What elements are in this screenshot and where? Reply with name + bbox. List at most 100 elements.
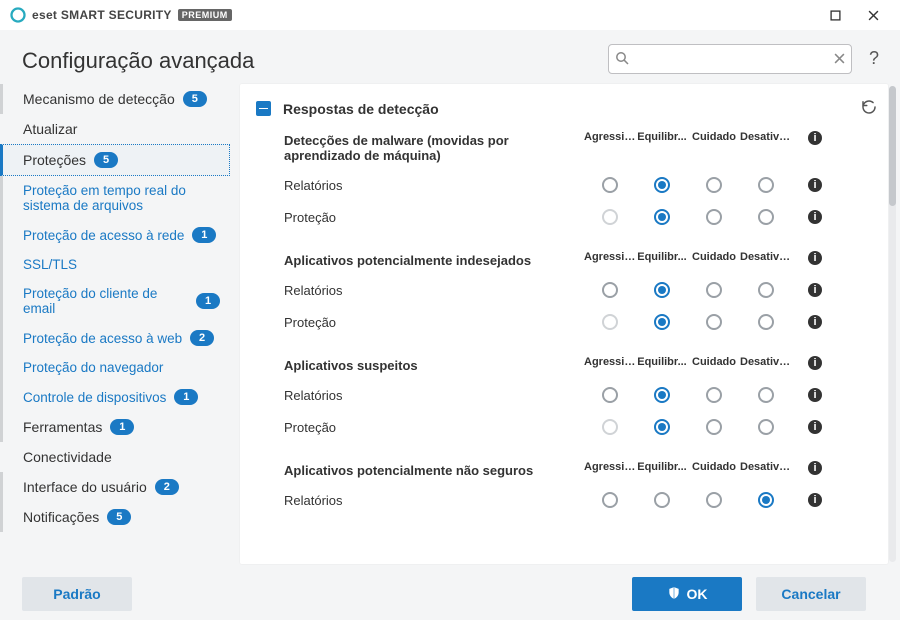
info-icon[interactable]: i [808, 493, 822, 507]
column-header: Equilibr... [636, 356, 688, 368]
column-header: Cuidado [688, 131, 740, 143]
radio-option[interactable] [602, 387, 618, 403]
settings-group: Aplicativos potencialmente indesejadosAg… [284, 251, 878, 338]
collapse-toggle[interactable] [256, 101, 271, 116]
sidebar-item-mecanismo[interactable]: Mecanismo de detecção5 [0, 84, 230, 114]
sidebar-item-conectividade[interactable]: Conectividade [0, 442, 230, 472]
sidebar-item-badge: 2 [190, 330, 214, 346]
option-label: Relatórios [284, 388, 584, 403]
radio-option[interactable] [758, 419, 774, 435]
radio-option[interactable] [654, 387, 670, 403]
settings-group: Aplicativos potencialmente não segurosAg… [284, 461, 878, 516]
radio-option[interactable] [706, 387, 722, 403]
sidebar-item-label: Notificações [23, 509, 99, 525]
sidebar-item-atualizar[interactable]: Atualizar [0, 114, 230, 144]
info-icon[interactable]: i [808, 210, 822, 224]
cancel-button[interactable]: Cancelar [756, 577, 866, 611]
radio-option[interactable] [706, 209, 722, 225]
sidebar-item-navegador[interactable]: Proteção do navegador [0, 353, 230, 382]
radio-option[interactable] [654, 314, 670, 330]
sidebar-item-label: Proteção do cliente de email [23, 286, 188, 316]
radio-option[interactable] [758, 314, 774, 330]
info-icon[interactable]: i [808, 131, 822, 145]
radio-option[interactable] [706, 314, 722, 330]
ok-button[interactable]: OK [632, 577, 742, 611]
column-header: Agressivo [584, 356, 636, 368]
sidebar-item-dispositivos[interactable]: Controle de dispositivos1 [0, 382, 230, 412]
radio-option[interactable] [706, 282, 722, 298]
info-icon[interactable]: i [808, 178, 822, 192]
sidebar-item-label: Mecanismo de detecção [23, 91, 175, 107]
help-button[interactable]: ? [862, 44, 886, 72]
radio-option[interactable] [602, 177, 618, 193]
search-input[interactable] [635, 51, 828, 68]
info-icon[interactable]: i [808, 388, 822, 402]
sidebar-item-web[interactable]: Proteção de acesso à web 2 [0, 323, 230, 353]
radio-option[interactable] [654, 492, 670, 508]
radio-option[interactable] [654, 177, 670, 193]
brand: eset SMART SECURITY PREMIUM [10, 7, 232, 23]
option-label: Proteção [284, 210, 584, 225]
page-scrollbar-thumb[interactable] [889, 86, 896, 206]
brand-edition-badge: PREMIUM [178, 9, 232, 21]
defaults-button[interactable]: Padrão [22, 577, 132, 611]
info-icon[interactable]: i [808, 283, 822, 297]
search-box[interactable] [608, 44, 852, 74]
group-title: Aplicativos suspeitos [284, 356, 584, 373]
radio-option [602, 314, 618, 330]
footer: Padrão OK Cancelar [0, 564, 888, 620]
radio-option[interactable] [602, 492, 618, 508]
radio-option[interactable] [758, 387, 774, 403]
sidebar-item-interface[interactable]: Interface do usuário2 [0, 472, 230, 502]
info-icon[interactable]: i [808, 461, 822, 475]
radio-option[interactable] [758, 492, 774, 508]
sidebar-item-label: SSL/TLS [23, 257, 77, 272]
radio-option[interactable] [706, 177, 722, 193]
sidebar-item-badge: 1 [174, 389, 198, 405]
radio-option[interactable] [706, 419, 722, 435]
info-icon[interactable]: i [808, 315, 822, 329]
sidebar-item-label: Proteção do navegador [23, 360, 163, 375]
sidebar-item-badge: 1 [192, 227, 216, 243]
sidebar-item-rede[interactable]: Proteção de acesso à rede1 [0, 220, 230, 250]
option-row: Relatóriosi [284, 169, 878, 201]
option-label: Relatórios [284, 283, 584, 298]
clear-search-icon[interactable] [834, 52, 845, 67]
sidebar-item-ssl[interactable]: SSL/TLS [0, 250, 230, 279]
sidebar-item-protecoes[interactable]: Proteções5 [0, 144, 230, 176]
column-header: Agressivo [584, 461, 636, 473]
sidebar-item-label: Ferramentas [23, 419, 102, 435]
sidebar-item-label: Proteção de acesso à web [23, 331, 182, 346]
option-row: Relatórios i [284, 274, 878, 306]
radio-option[interactable] [758, 209, 774, 225]
column-header: Agressivo [584, 251, 636, 263]
radio-option[interactable] [758, 282, 774, 298]
sidebar-item-badge: 1 [196, 293, 220, 309]
page-scrollbar[interactable] [889, 86, 896, 562]
close-button[interactable] [856, 4, 890, 26]
radio-option[interactable] [758, 177, 774, 193]
sidebar-item-email[interactable]: Proteção do cliente de email 1 [0, 279, 230, 323]
body: Configuração avançada ? Mecanismo de det… [0, 30, 900, 620]
radio-option[interactable] [706, 492, 722, 508]
radio-option[interactable] [654, 209, 670, 225]
radio-option[interactable] [654, 419, 670, 435]
panel-header: Respostas de detecção [256, 98, 878, 119]
info-icon[interactable]: i [808, 251, 822, 265]
sidebar-item-notificacoes[interactable]: Notificações 5 [0, 502, 230, 532]
radio-option[interactable] [654, 282, 670, 298]
sidebar-item-ferramentas[interactable]: Ferramentas1 [0, 412, 230, 442]
info-icon[interactable]: i [808, 356, 822, 370]
sidebar-item-label: Atualizar [23, 121, 77, 137]
option-row: Proteção i [284, 201, 878, 233]
column-header: Desativa... [740, 131, 792, 143]
maximize-button[interactable] [818, 4, 852, 26]
brand-product-text: eset SMART SECURITY [32, 8, 172, 22]
info-icon[interactable]: i [808, 420, 822, 434]
ok-button-label: OK [687, 586, 708, 602]
sidebar-item-rtfs[interactable]: Proteção em tempo real do sistema de arq… [0, 176, 230, 220]
reset-section-button[interactable] [860, 98, 878, 119]
option-row: Relatóriosi [284, 484, 878, 516]
radio-option[interactable] [602, 282, 618, 298]
sidebar-item-badge: 5 [107, 509, 131, 525]
